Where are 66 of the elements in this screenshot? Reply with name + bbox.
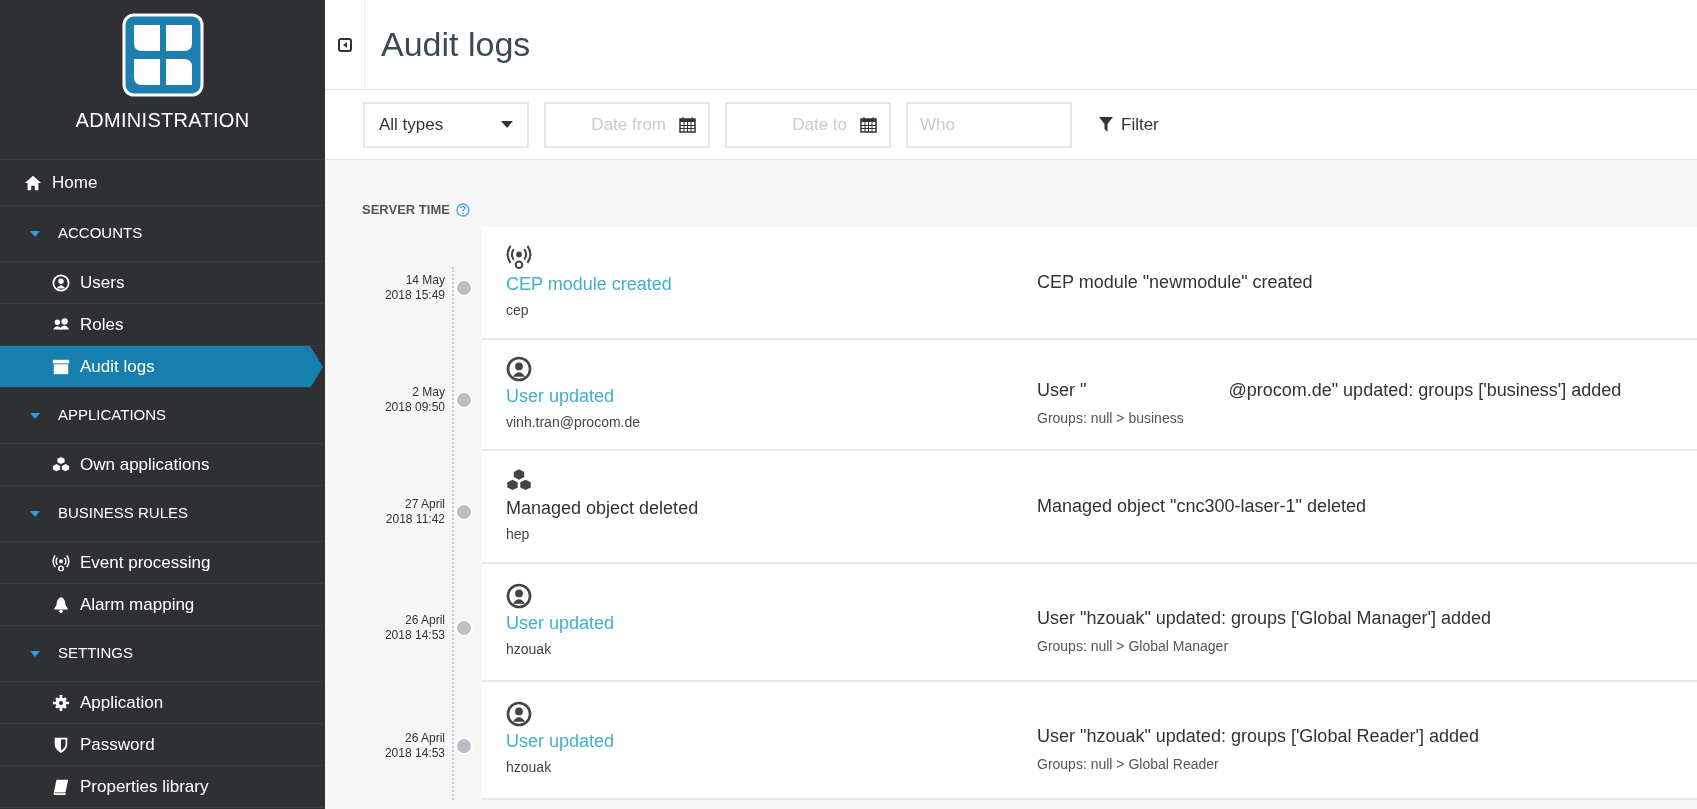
entry-description: CEP module "newmodule" created (1037, 270, 1313, 294)
user-icon (506, 583, 532, 609)
home-icon (24, 173, 42, 192)
entry-time: 2018 11:42 (385, 512, 445, 527)
antenna-icon (506, 243, 532, 270)
entry-date: 26 April (404, 612, 445, 628)
user-icon (506, 355, 532, 382)
caret-down-icon (30, 412, 40, 419)
entry-detail: Groups: null > Global Manager (1037, 636, 1230, 656)
type-select[interactable]: All types (363, 101, 529, 148)
entry-description: Managed object "cnc300-laser-1" deleted (1037, 494, 1366, 518)
filter-button[interactable]: Filter (1099, 104, 1159, 145)
column-heading: SERVER TIME (362, 201, 450, 219)
caret-down-icon (30, 510, 40, 517)
entry-user: hzouak (506, 640, 552, 659)
entry-detail: Groups: null > business (1037, 409, 1185, 428)
logo-icon (121, 13, 204, 97)
app-title: ADMINISTRATION (75, 108, 250, 133)
book-icon (52, 777, 70, 796)
sidebar-item[interactable]: Event processing (0, 542, 325, 584)
filter-icon (1099, 117, 1113, 132)
entry-description: User "hzouak" updated: groups ['Global Manager'] added (1037, 606, 1491, 630)
entry-description: User "hzouak" updated: groups ['Global Reader'] added (1037, 724, 1479, 748)
cubes-icon (52, 455, 70, 474)
collapse-icon (337, 37, 352, 52)
date-from-field[interactable]: Date from (544, 101, 710, 148)
entry-title: Managed object deleted (506, 496, 699, 520)
entry-date: 27 April (404, 497, 445, 512)
entry-user: cep (506, 300, 529, 320)
sidebar-item[interactable]: Home (0, 160, 325, 206)
date-to-field[interactable]: Date to (725, 101, 891, 148)
entry-user: vinh.tran@procom.de (506, 412, 641, 432)
sidebar-item[interactable]: Alarm mapping (0, 584, 325, 626)
caret-down-icon (30, 650, 40, 657)
settings-icon (52, 693, 70, 712)
entry-time: 2018 14:53 (384, 745, 445, 761)
entry-time: 2018 09:50 (384, 400, 445, 415)
calendar-icon (679, 115, 696, 133)
entry-detail: Groups: null > Global Reader (1037, 754, 1220, 774)
caret-icon (501, 121, 513, 128)
entry-time: 2018 15:49 (384, 288, 445, 303)
entry-description: User " (1037, 379, 1087, 402)
sidebar-item[interactable]: Own applications (0, 444, 325, 486)
sidebar-item[interactable]: Properties library (0, 766, 325, 808)
who-field[interactable]: Who (906, 101, 1072, 148)
archive-box-icon (52, 357, 70, 376)
page-title: Audit logs (381, 24, 531, 65)
entry-user: hep (506, 524, 530, 544)
user-icon (506, 701, 532, 727)
entry-date: 2 May (412, 385, 445, 400)
sidebar-item[interactable]: Users (0, 262, 325, 304)
bell-icon (52, 595, 70, 614)
user-icon (52, 273, 70, 292)
entry-description: @procom.de" updated: groups ['business'] added (1228, 379, 1622, 402)
entry-user: hzouak (506, 758, 552, 777)
collapse-sidebar-button[interactable] (336, 36, 353, 53)
entry-time: 2018 14:53 (384, 627, 445, 643)
entry-date: 14 May (405, 273, 445, 288)
shield-icon (52, 735, 70, 754)
entry-date: 26 April (404, 730, 445, 746)
sidebar-item[interactable]: Application (0, 682, 325, 724)
sidebar-item[interactable]: Password (0, 724, 325, 766)
antenna-icon (52, 553, 70, 572)
sidebar-item[interactable]: Audit logs (0, 346, 323, 388)
calendar-icon (860, 115, 877, 133)
caret-down-icon (30, 230, 40, 237)
